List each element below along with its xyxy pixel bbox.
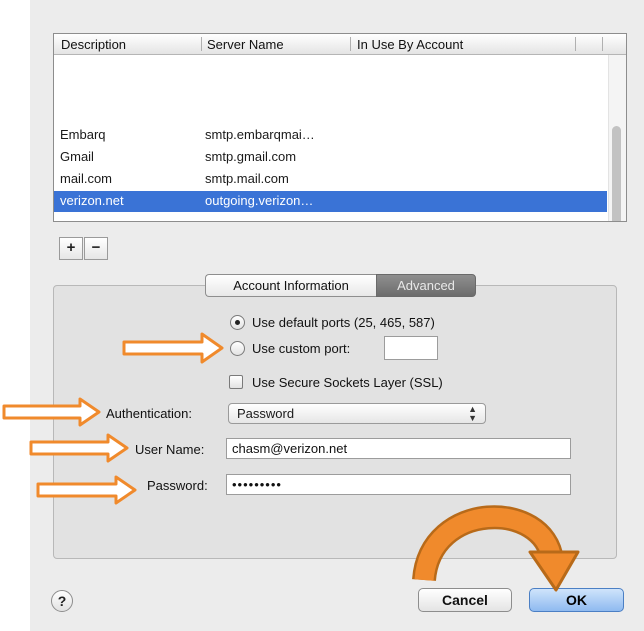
smtp-server-table[interactable]: Description Server Name In Use By Accoun… bbox=[53, 33, 627, 222]
authentication-value: Password bbox=[237, 406, 295, 421]
table-row[interactable]: mail.com smtp.mail.com bbox=[54, 169, 607, 190]
table-scrollbar-thumb[interactable] bbox=[612, 126, 621, 221]
column-header-in-use[interactable]: In Use By Account bbox=[357, 37, 463, 52]
row-server-name: smtp.gmail.com bbox=[205, 149, 297, 164]
custom-port-input[interactable] bbox=[384, 336, 438, 360]
custom-port-label: Use custom port: bbox=[252, 341, 351, 356]
remove-server-button[interactable]: − bbox=[84, 237, 108, 260]
row-description: Embarq bbox=[60, 127, 106, 142]
cancel-button[interactable]: Cancel bbox=[418, 588, 512, 612]
password-label: Password: bbox=[147, 478, 208, 493]
column-header-description[interactable]: Description bbox=[61, 37, 126, 52]
tab-account-information[interactable]: Account Information bbox=[205, 274, 376, 297]
column-separator bbox=[201, 37, 202, 51]
row-server-name: outgoing.verizon… bbox=[205, 193, 314, 208]
default-ports-label: Use default ports (25, 465, 587) bbox=[252, 315, 435, 330]
password-input[interactable]: ••••••••• bbox=[226, 474, 571, 495]
authentication-label: Authentication: bbox=[106, 406, 193, 421]
add-server-button[interactable]: + bbox=[59, 237, 83, 260]
default-ports-radio[interactable] bbox=[230, 315, 245, 330]
popup-arrows-icon: ▲ ▼ bbox=[468, 404, 477, 423]
ok-button[interactable]: OK bbox=[529, 588, 624, 612]
table-row[interactable]: Gmail smtp.gmail.com bbox=[54, 147, 607, 168]
help-icon[interactable]: ? bbox=[51, 590, 73, 612]
column-header-server-name[interactable]: Server Name bbox=[207, 37, 284, 52]
user-name-label: User Name: bbox=[135, 442, 205, 457]
user-name-input[interactable]: chasm@verizon.net bbox=[226, 438, 571, 459]
column-separator bbox=[575, 37, 576, 51]
row-server-name: smtp.mail.com bbox=[205, 171, 289, 186]
table-row[interactable]: Embarq smtp.embarqmai… bbox=[54, 125, 607, 146]
ssl-label: Use Secure Sockets Layer (SSL) bbox=[252, 375, 443, 390]
custom-port-radio[interactable] bbox=[230, 341, 245, 356]
tab-advanced[interactable]: Advanced bbox=[376, 274, 476, 297]
table-row-selected[interactable]: verizon.net outgoing.verizon… bbox=[54, 191, 607, 212]
row-description: Gmail bbox=[60, 149, 94, 164]
row-server-name: smtp.embarqmai… bbox=[205, 127, 315, 142]
row-description: mail.com bbox=[60, 171, 113, 186]
authentication-popup[interactable]: Password ▲ ▼ bbox=[228, 403, 486, 424]
column-separator bbox=[350, 37, 351, 51]
row-description: verizon.net bbox=[60, 193, 124, 208]
ssl-checkbox[interactable] bbox=[229, 375, 243, 389]
column-separator bbox=[602, 37, 603, 51]
table-header: Description Server Name In Use By Accoun… bbox=[54, 34, 626, 55]
